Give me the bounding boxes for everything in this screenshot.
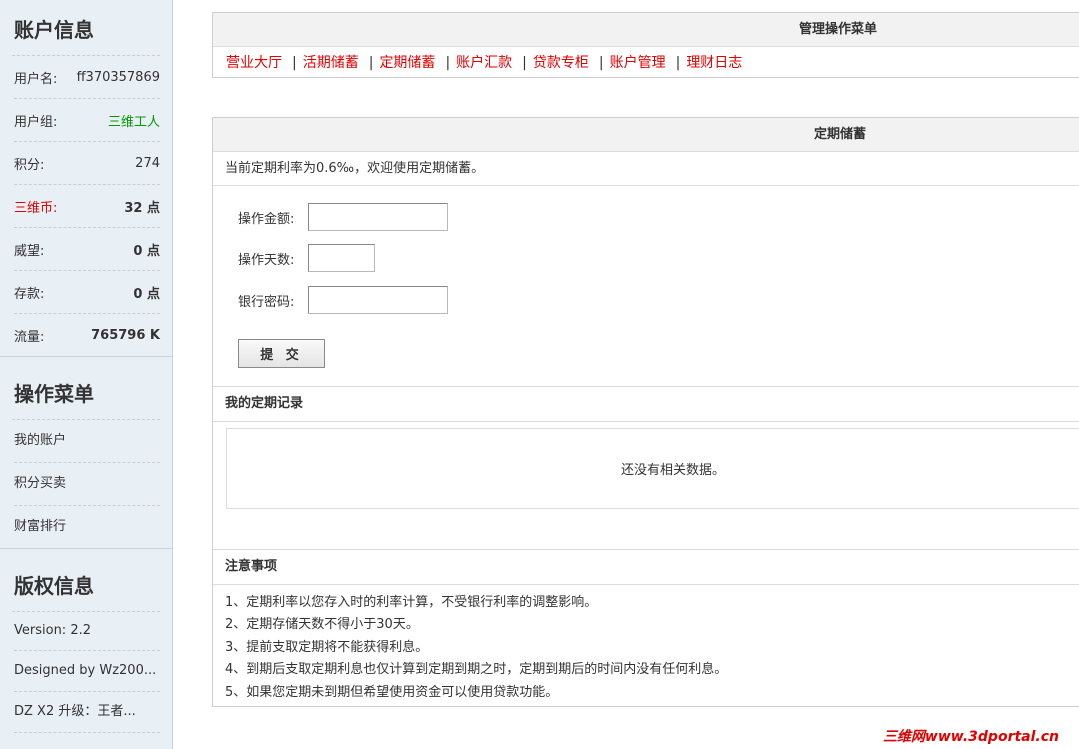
amount-label: 操作金额: [238, 211, 295, 227]
sidebar: 账户信息 用户名: ff370357869 用户组: 三维工人 积分: 274 … [0, 0, 173, 749]
prestige-value: 0 点 [133, 243, 160, 259]
records-section: 还没有相关数据。 [213, 422, 1079, 550]
note-item: 4、到期后支取定期利息也仅计算到定期到期之时，定期到期后的时间内没有任何利息。 [225, 662, 728, 678]
note-item: 5、如果您定期未到期但希望使用资金可以使用贷款功能。 [225, 684, 559, 700]
records-empty-box: 还没有相关数据。 [226, 428, 1079, 509]
menu-item-my-account[interactable]: 我的账户 [14, 420, 160, 463]
username-value: ff370357869 [76, 69, 160, 85]
days-row: 操作天数: [238, 244, 375, 272]
account-row-points: 积分: 274 [14, 142, 160, 185]
separator: | [522, 55, 527, 71]
deposit-form: 操作金额: 操作天数: 银行密码: 提 交 [213, 186, 1079, 387]
traffic-value: 765796 K [91, 327, 160, 343]
days-input[interactable] [308, 244, 375, 272]
rate-text: 当前定期利率为0.6‰，欢迎使用定期储蓄。 [213, 152, 1079, 186]
link-fixed-deposit[interactable]: 定期储蓄 [379, 55, 435, 71]
separator: | [598, 55, 604, 71]
days-label: 操作天数: [238, 252, 295, 268]
menu-item-points-trade[interactable]: 积分买卖 [14, 463, 160, 506]
note-item: 2、定期存储天数不得小于30天。 [225, 617, 419, 633]
password-row: 银行密码: [238, 286, 448, 314]
copyright-section: 版权信息 Version: 2.2 Designed by Wz200... D… [0, 548, 172, 733]
usergroup-value[interactable]: 三维工人 [108, 111, 160, 130]
account-row-traffic: 流量: 765796 K [14, 314, 160, 356]
records-empty-text: 还没有相关数据。 [620, 463, 725, 478]
account-row-username: 用户名: ff370357869 [14, 56, 160, 99]
coins-label: 三维币: [14, 200, 58, 216]
copyright-designer[interactable]: Designed by Wz200... [14, 651, 160, 692]
link-demand-deposit[interactable]: 活期储蓄 [303, 55, 359, 71]
submit-button[interactable]: 提 交 [238, 339, 325, 368]
panel-header: 定期储蓄 [213, 118, 1079, 152]
management-menu-panel: 管理操作菜单 营业大厅 | 活期储蓄 | 定期储蓄 | 账户汇款 | 贷款专柜 | 账户管理 | 理财日… [212, 12, 1079, 78]
menu-item-wealth-ranking[interactable]: 财富排行 [14, 506, 160, 548]
deposit-value: 0 点 [133, 286, 160, 302]
panel-header: 管理操作菜单 [213, 13, 1079, 47]
username-label: 用户名: [14, 71, 58, 87]
notes-title: 注意事项 [213, 550, 1079, 585]
bank-password-input[interactable] [308, 286, 448, 314]
usergroup-label: 用户组: [14, 114, 58, 130]
link-account-management[interactable]: 账户管理 [610, 55, 666, 71]
site-watermark: 三维网www.3dportal.cn [882, 729, 1059, 745]
management-menu-title: 管理操作菜单 [799, 22, 878, 37]
separator: | [675, 55, 681, 71]
points-label: 积分: [14, 157, 45, 173]
records-title: 我的定期记录 [213, 387, 1079, 422]
amount-input[interactable] [308, 203, 448, 231]
amount-row: 操作金额: [238, 203, 448, 231]
note-item: 1、定期利率以您存入时的利率计算，不受银行利率的调整影响。 [225, 595, 598, 610]
account-info-title: 账户信息 [14, 18, 94, 42]
link-business-hall[interactable]: 营业大厅 [226, 55, 282, 71]
account-row-deposit: 存款: 0 点 [14, 271, 160, 314]
account-row-usergroup: 用户组: 三维工人 [14, 99, 160, 142]
copyright-version: Version: 2.2 [14, 612, 160, 651]
link-loan-counter[interactable]: 贷款专柜 [533, 55, 589, 71]
link-remittance[interactable]: 账户汇款 [456, 55, 512, 71]
account-row-prestige: 威望: 0 点 [14, 228, 160, 271]
separator: | [368, 55, 374, 71]
management-menu-links: 营业大厅 | 活期储蓄 | 定期储蓄 | 账户汇款 | 贷款专柜 | 账户管理 | 理财日志 [213, 47, 1079, 79]
separator: | [445, 55, 451, 71]
copyright-upgrade[interactable]: DZ X2 升级：王者... [14, 692, 160, 733]
account-row-coins: 三维币: 32 点 [14, 185, 160, 228]
link-finance-log[interactable]: 理财日志 [686, 55, 742, 71]
separator: | [292, 55, 297, 71]
points-value: 274 [135, 155, 160, 171]
coins-value: 32 点 [124, 200, 160, 216]
notes-list: 1、定期利率以您存入时的利率计算，不受银行利率的调整影响。 2、定期存储天数不得… [213, 585, 1079, 709]
operation-menu-title: 操作菜单 [14, 382, 94, 406]
traffic-label: 流量: [14, 329, 45, 345]
fixed-deposit-title: 定期储蓄 [814, 127, 867, 142]
operation-menu-section: 操作菜单 我的账户 积分买卖 财富排行 [0, 356, 172, 548]
deposit-label: 存款: [14, 286, 45, 302]
note-item: 3、提前支取定期将不能获得利息。 [225, 639, 429, 655]
password-label: 银行密码: [238, 294, 295, 310]
prestige-label: 威望: [14, 243, 45, 259]
copyright-title: 版权信息 [14, 574, 94, 598]
fixed-deposit-panel: 定期储蓄 当前定期利率为0.6‰，欢迎使用定期储蓄。 操作金额: 操作天数: 银… [212, 117, 1079, 707]
